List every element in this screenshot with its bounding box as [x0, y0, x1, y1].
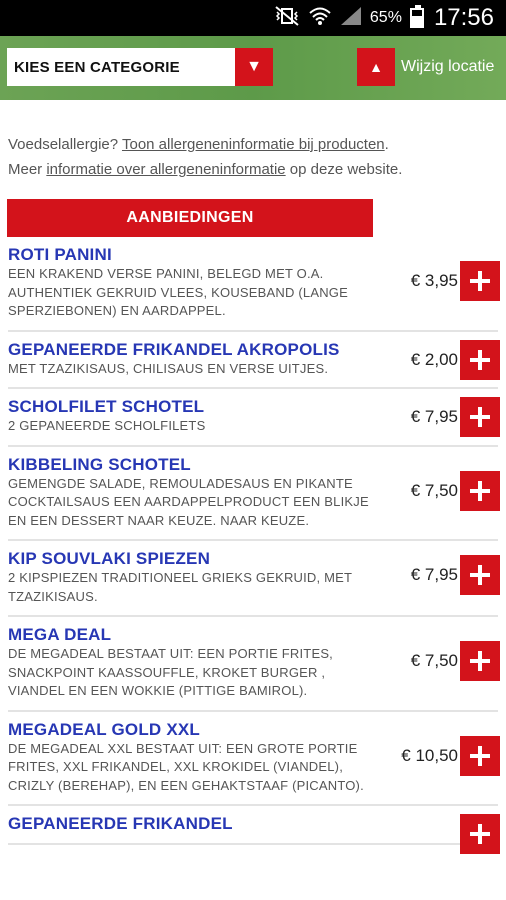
product-item: MEGA DEAL DE MEGADEAL BESTAAT UIT: EEN PO…	[8, 617, 500, 712]
add-to-cart-button[interactable]	[460, 261, 500, 301]
product-price: € 2,00	[410, 349, 458, 369]
product-name[interactable]: GEPANEERDE FRIKANDEL	[8, 806, 498, 834]
allergen-info-website-link[interactable]: informatie over allergeneninformatie	[46, 161, 285, 178]
product-description: 2 GEPANEERDE SCHOLFILETS	[8, 418, 206, 433]
product-price: € 3,95	[410, 271, 458, 290]
category-select-label: KIES EEN CATEGORIE	[14, 58, 180, 76]
add-to-cart-button[interactable]	[460, 397, 500, 437]
chevron-down-icon[interactable]: ▼	[235, 48, 273, 86]
plus-icon	[470, 565, 490, 585]
category-select[interactable]: KIES EEN CATEGORIE ▼	[7, 48, 273, 86]
plus-icon	[470, 480, 490, 501]
app-header: KIES EEN CATEGORIE ▼ ▲ Wijzig locatie	[0, 36, 506, 100]
product-name[interactable]: ROTI PANINI	[8, 237, 498, 265]
product-description: DE MEGADEAL XXL BESTAAT UIT: EEN GROTE P…	[8, 740, 364, 793]
plus-icon	[470, 745, 490, 766]
allergy-info: Voedselallergie? Toon allergeneninformat…	[0, 100, 506, 182]
product-item: SCHOLFILET SCHOTEL 2 GEPANEERDE SCHOLFILE…	[8, 389, 500, 447]
plus-icon	[470, 824, 490, 844]
product-item: GEPANEERDE FRIKANDEL AKROPOLIS MET TZAZIK…	[8, 332, 500, 389]
change-location-label[interactable]: Wijzig locatie	[401, 58, 494, 76]
product-description: DE MEGADEAL BESTAAT UIT: EEN PORTIE FRIT…	[8, 646, 333, 698]
product-item: ROTI PANINI EEN KRAKEND VERSE PANINI, BEL…	[8, 237, 500, 332]
product-list: ROTI PANINI EEN KRAKEND VERSE PANINI, BEL…	[0, 237, 506, 854]
clock: 17:56	[433, 4, 494, 31]
product-description	[8, 834, 373, 843]
plus-icon	[470, 349, 490, 370]
allergy-website-text: op deze website.	[285, 161, 403, 178]
show-allergen-info-link[interactable]: Toon allergeneninformatie bij producten	[122, 136, 385, 153]
plus-icon	[470, 651, 490, 671]
product-description: EEN KRAKEND VERSE PANINI, BELEGD MET O.A…	[8, 266, 348, 318]
allergy-line-2: Meer informatie over allergeneninformati…	[8, 157, 498, 182]
add-to-cart-button[interactable]	[460, 735, 500, 776]
plus-icon	[470, 271, 490, 291]
status-bar: 65% 17:56	[0, 0, 506, 36]
offers-header: AANBIEDINGEN	[7, 199, 373, 237]
product-name[interactable]: KIBBELING SCHOTEL	[8, 447, 498, 475]
cell-signal-icon	[340, 6, 362, 31]
product-name[interactable]: MEGADEAL GOLD XXL	[8, 712, 498, 740]
add-to-cart-button[interactable]	[460, 814, 500, 854]
allergy-line-1: Voedselallergie? Toon allergeneninformat…	[8, 132, 498, 157]
triangle-up-icon[interactable]: ▲	[357, 48, 395, 86]
product-price: € 7,95	[410, 565, 458, 584]
add-to-cart-button[interactable]	[460, 555, 500, 595]
add-to-cart-button[interactable]	[460, 339, 500, 380]
add-to-cart-button[interactable]	[460, 641, 500, 681]
battery-icon	[409, 5, 424, 28]
change-location-button[interactable]: ▲ Wijzig locatie	[357, 48, 494, 86]
product-description: MET TZAZIKISAUS, CHILISAUS EN VERSE UITJ…	[8, 360, 329, 376]
battery-percentage: 65%	[369, 9, 402, 26]
product-price: € 7,95	[410, 407, 458, 426]
product-description: 2 KIPSPIEZEN TRADITIONEEL GRIEKS GEKRUID…	[8, 570, 352, 604]
plus-icon	[470, 407, 490, 427]
product-item: KIP SOUVLAKI SPIEZEN 2 KIPSPIEZEN TRADITI…	[8, 541, 500, 617]
product-name[interactable]: MEGA DEAL	[8, 617, 498, 645]
product-price: € 10,50	[401, 745, 458, 765]
allergy-period: .	[384, 136, 389, 153]
mute-vibrate-icon	[274, 5, 300, 31]
allergy-question: Voedselallergie?	[8, 136, 122, 153]
wifi-icon	[308, 6, 332, 31]
product-description: GEMENGDE SALADE, REMOULADESAUS EN PIKANT…	[8, 475, 369, 528]
product-price: € 7,50	[410, 651, 458, 670]
add-to-cart-button[interactable]	[460, 470, 500, 511]
product-item: MEGADEAL GOLD XXL DE MEGADEAL XXL BESTAAT…	[8, 712, 500, 806]
product-price: € 7,50	[410, 480, 458, 500]
product-item: KIBBELING SCHOTEL GEMENGDE SALADE, REMOUL…	[8, 447, 500, 541]
allergy-more: Meer	[8, 161, 47, 178]
product-item: GEPANEERDE FRIKANDEL	[8, 806, 500, 854]
